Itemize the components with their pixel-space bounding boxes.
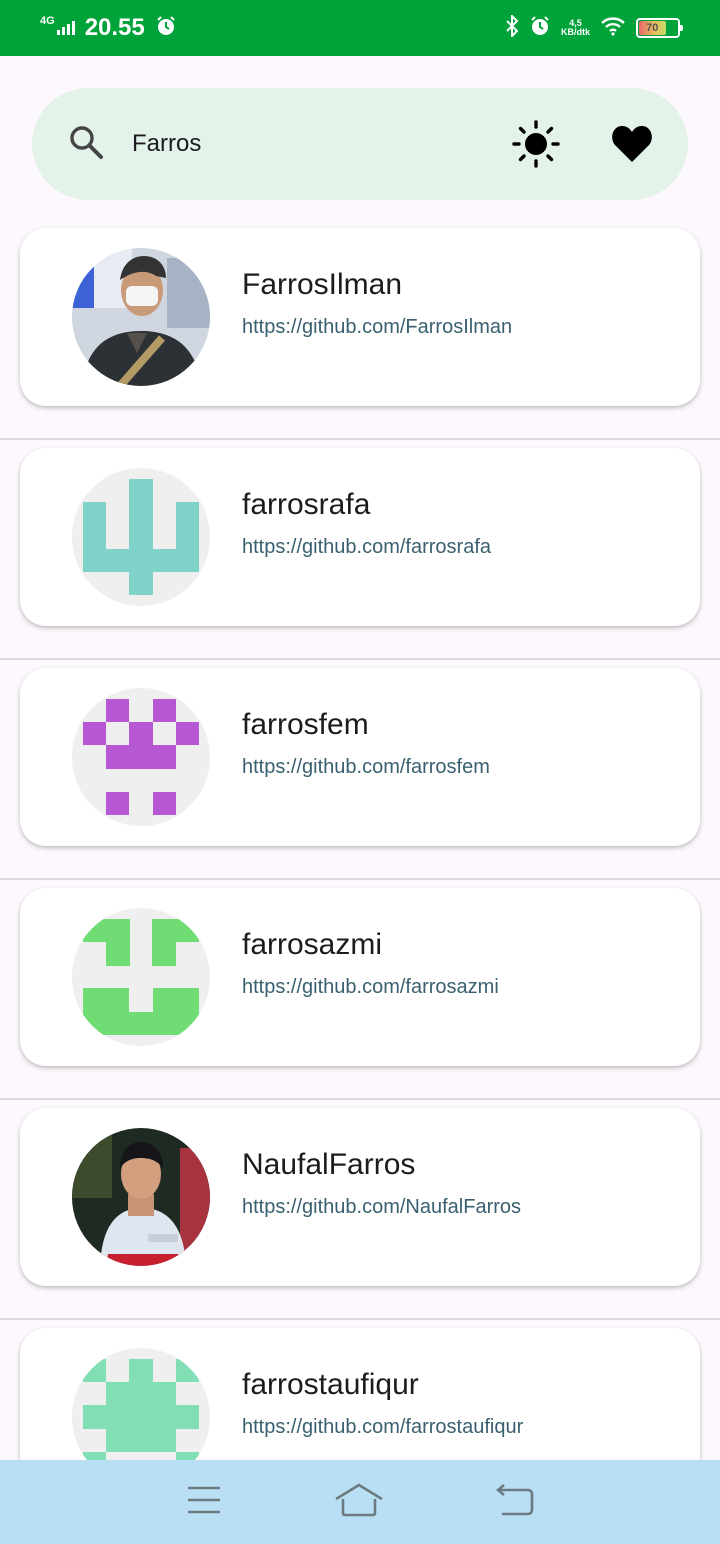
user-info: FarrosIlman https://github.com/FarrosIlm… <box>242 268 512 339</box>
profile-url[interactable]: https://github.com/farrosfem <box>242 756 490 779</box>
alarm-icon <box>529 15 551 42</box>
user-info: farrosrafa https://github.com/farrosrafa <box>242 488 491 559</box>
user-list: FarrosIlman https://github.com/FarrosIlm… <box>0 220 720 1540</box>
username: farrostaufiqur <box>242 1368 419 1401</box>
list-row: farrosrafa https://github.com/farrosrafa <box>0 440 720 660</box>
username: FarrosIlman <box>242 268 403 301</box>
profile-url[interactable]: https://github.com/farrosazmi <box>242 976 499 999</box>
user-card[interactable]: NaufalFarros https://github.com/NaufalFa… <box>20 1108 700 1286</box>
list-row: farrosfem https://github.com/farrosfem <box>0 660 720 880</box>
profile-url[interactable]: https://github.com/farrostaufiqur <box>242 1416 523 1439</box>
avatar <box>72 908 210 1046</box>
username: NaufalFarros <box>242 1148 416 1181</box>
search-bar[interactable] <box>32 88 688 200</box>
battery-level: 70 <box>639 21 666 35</box>
sun-icon[interactable] <box>508 116 564 172</box>
username: farrosrafa <box>242 488 371 521</box>
profile-url[interactable]: https://github.com/farrosrafa <box>242 536 491 559</box>
alarm-icon <box>155 15 177 42</box>
user-card[interactable]: farrosrafa https://github.com/farrosrafa <box>20 448 700 626</box>
avatar <box>72 688 210 826</box>
bluetooth-icon <box>505 13 519 42</box>
user-info: NaufalFarros https://github.com/NaufalFa… <box>242 1148 521 1219</box>
user-info: farrostaufiqur https://github.com/farros… <box>242 1368 523 1439</box>
avatar <box>72 468 210 606</box>
user-card[interactable]: farrosazmi https://github.com/farrosazmi <box>20 888 700 1066</box>
signal-icon <box>56 21 75 35</box>
user-info: farrosazmi https://github.com/farrosazmi <box>242 928 499 999</box>
menu-icon[interactable] <box>186 1485 222 1520</box>
username: farrosfem <box>242 708 369 741</box>
status-bar: 4G 20.55 4,5 KB/dtk 70 <box>0 0 720 56</box>
clock: 20.55 <box>84 14 145 41</box>
battery-icon: 70 <box>636 18 683 38</box>
network-type: 4G <box>40 15 55 27</box>
search-input[interactable] <box>132 130 508 158</box>
speed-unit: KB/dtk <box>561 27 590 37</box>
profile-url[interactable]: https://github.com/NaufalFarros <box>242 1196 521 1219</box>
navigation-bar <box>0 1460 720 1544</box>
back-icon[interactable] <box>495 1483 534 1521</box>
avatar <box>72 1128 210 1266</box>
list-row: NaufalFarros https://github.com/NaufalFa… <box>0 1100 720 1320</box>
user-info: farrosfem https://github.com/farrosfem <box>242 708 490 779</box>
list-row: farrosazmi https://github.com/farrosazmi <box>0 880 720 1100</box>
avatar <box>72 248 210 386</box>
wifi-icon <box>600 16 626 41</box>
user-card[interactable]: FarrosIlman https://github.com/FarrosIlm… <box>20 228 700 406</box>
username: farrosazmi <box>242 928 383 961</box>
network-speed: 4,5 KB/dtk <box>561 19 590 37</box>
profile-url[interactable]: https://github.com/FarrosIlman <box>242 316 512 339</box>
home-icon[interactable] <box>334 1482 384 1522</box>
heart-icon[interactable] <box>604 116 660 172</box>
user-card[interactable]: farrosfem https://github.com/farrosfem <box>20 668 700 846</box>
list-row: FarrosIlman https://github.com/FarrosIlm… <box>0 220 720 440</box>
search-icon[interactable] <box>68 124 104 165</box>
